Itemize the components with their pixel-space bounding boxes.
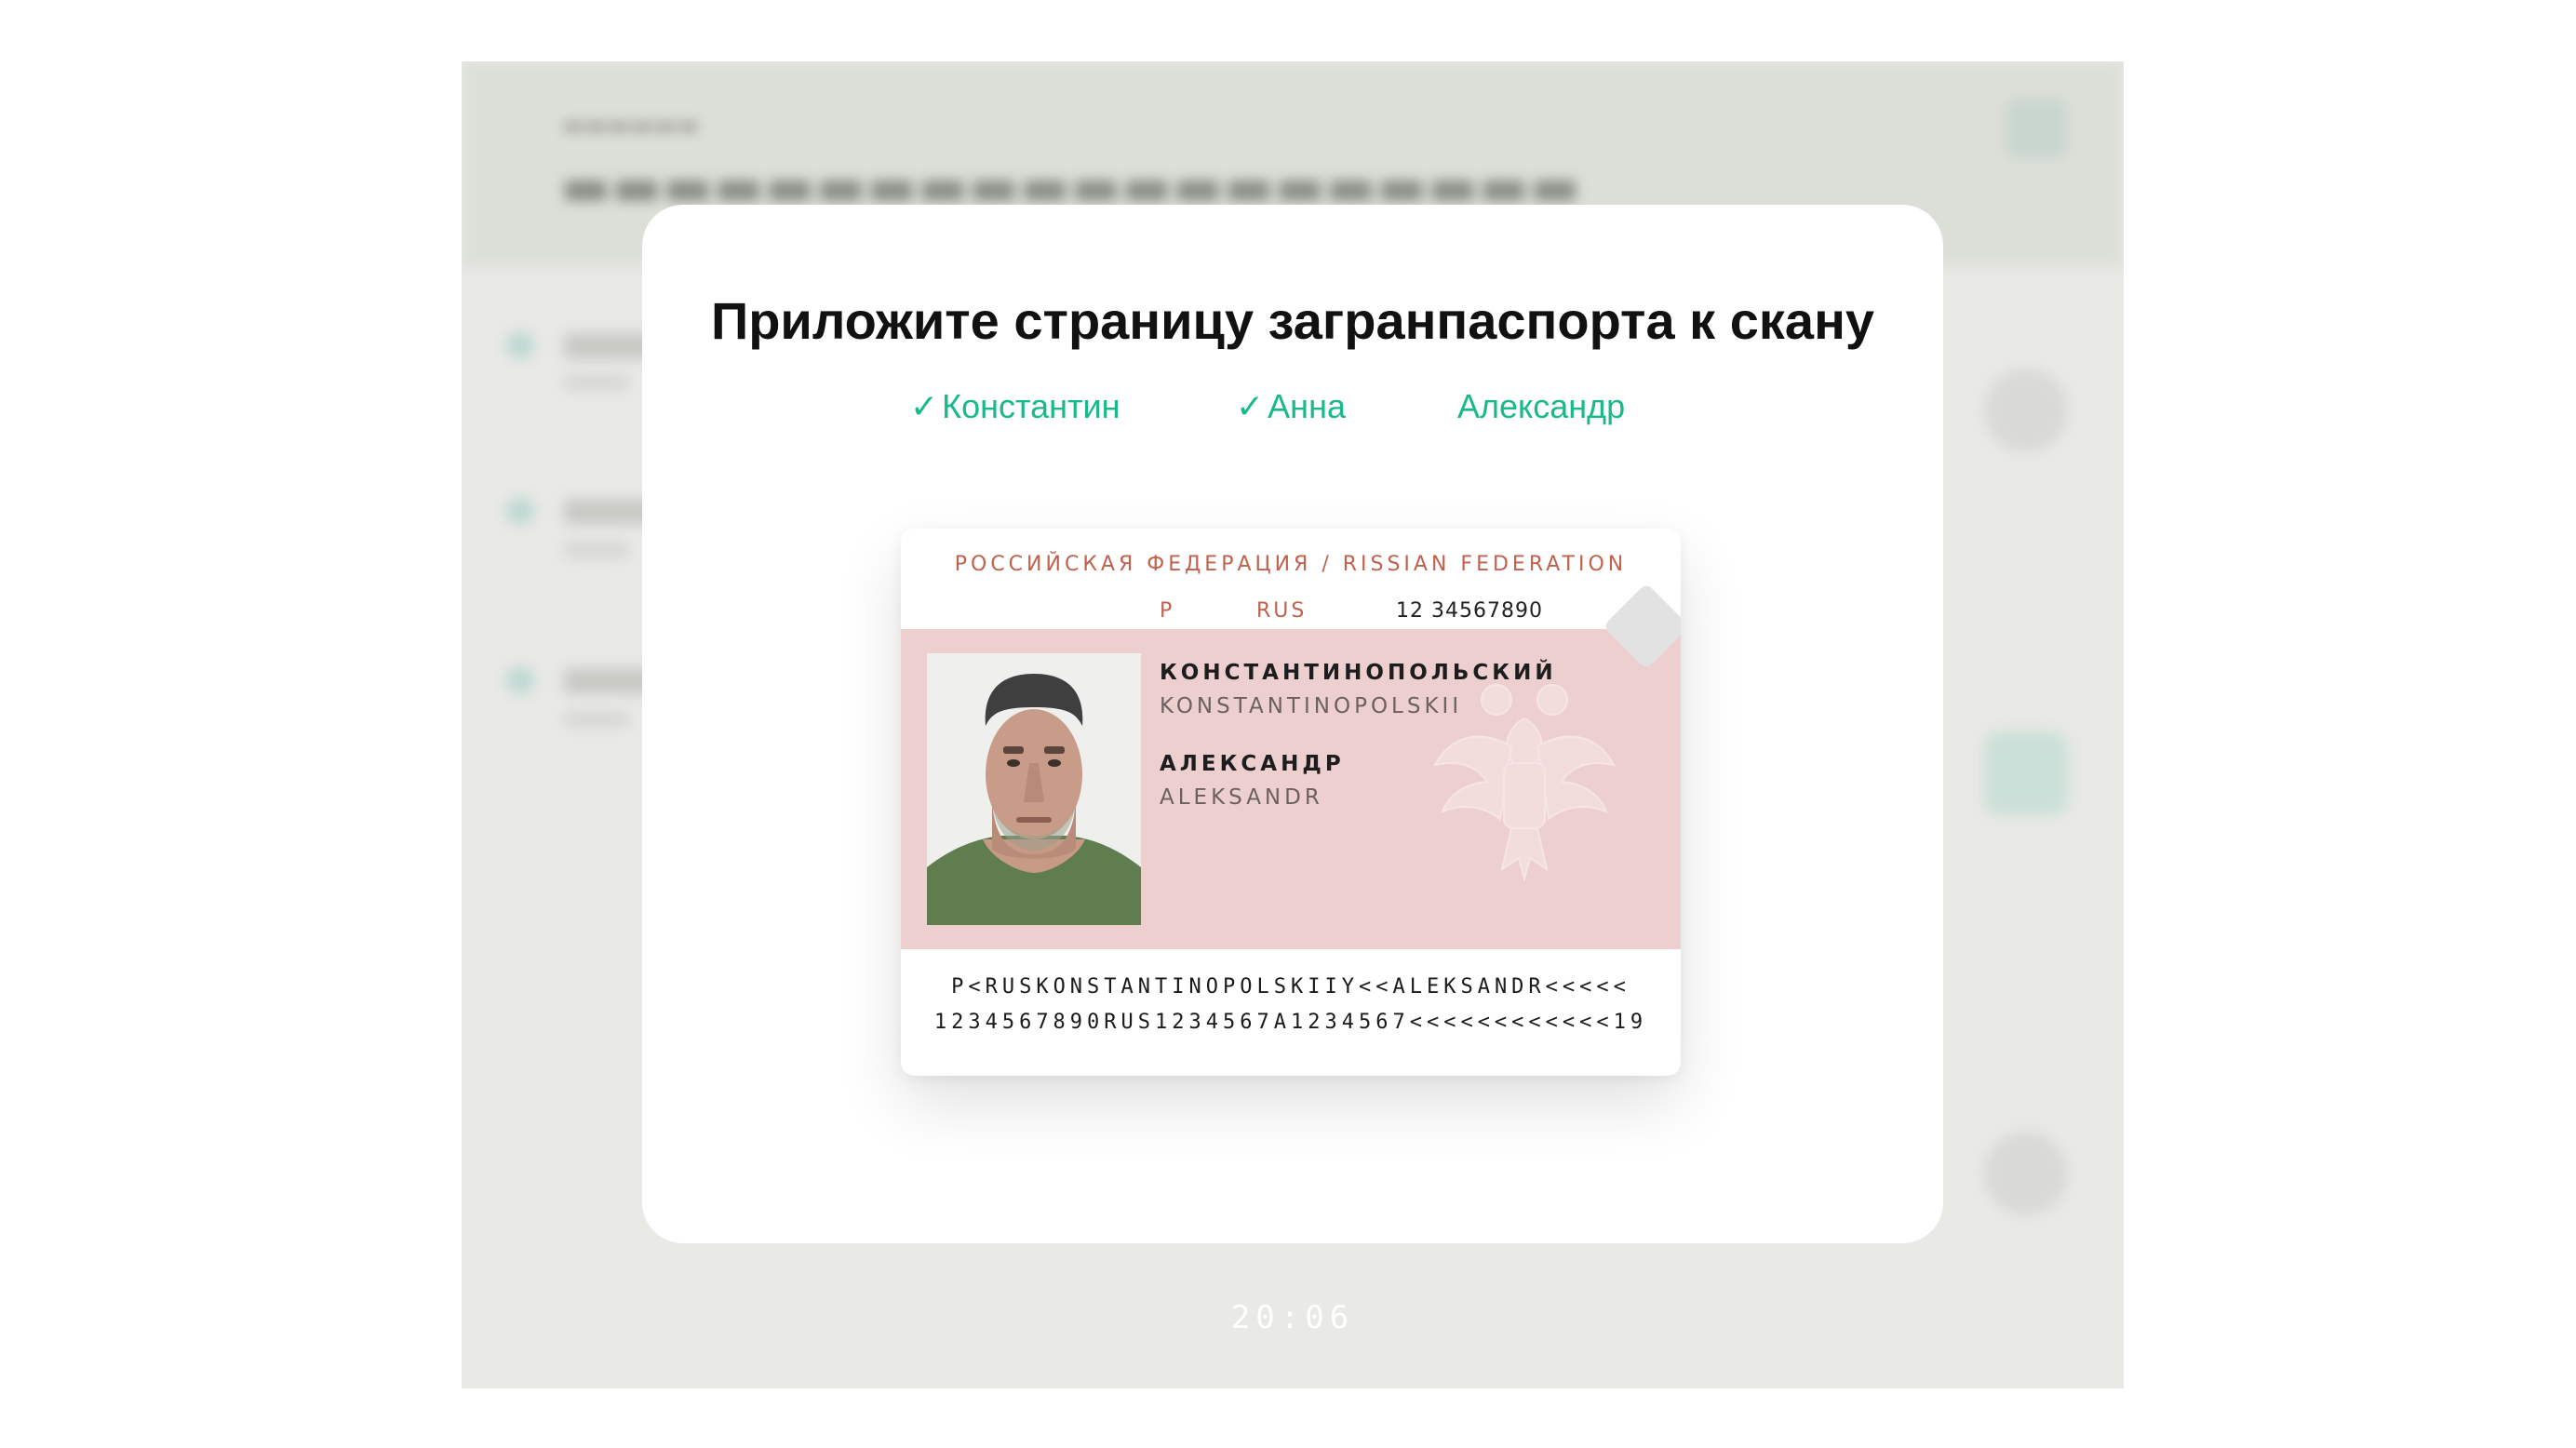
background-row-marker [506, 666, 534, 694]
passport-surname: КОНСТАНТИНОПОЛЬСКИЙ [1160, 661, 1557, 685]
passport-mrz-line-1: P<RUSKONSTANTINOPOLSKIIY<<ALEKSANDR<<<<< [951, 975, 1630, 999]
passport-type: P [1160, 599, 1175, 623]
passport-given-name-latin: ALEKSANDR [1160, 785, 1323, 810]
passport-country: РОССИЙСКАЯ ФЕДЕРАЦИЯ / RISSIAN FEDERATIO… [954, 553, 1628, 576]
background-row-subtext [564, 374, 629, 391]
portrait-image [927, 653, 1141, 925]
traveler-tabs: ✓ Константин ✓ Анна Александр [642, 387, 1943, 434]
passport-mrz-line-2: 1234567890RUS1234567A1234567<<<<<<<<<<<<… [933, 1011, 1648, 1034]
background-row-subtext [564, 542, 629, 558]
passport-given-name: АЛЕКСАНДР [1160, 752, 1345, 776]
passport-data-band: КОНСТАНТИНОПОЛЬСКИЙ KONSTANTINOPOLSKII А… [901, 629, 1681, 949]
background-subtitle-placeholder: ▬▬▬▬▬▬ [562, 112, 700, 140]
background-header-button [2006, 99, 2066, 158]
background-row-marker [506, 331, 534, 359]
passport-page-illustration: РОССИЙСКАЯ ФЕДЕРАЦИЯ / RISSIAN FEDERATIO… [901, 529, 1681, 1076]
tab-label: Константин [942, 387, 1120, 425]
background-row-subtext [564, 711, 629, 728]
passport-surname-latin: KONSTANTINOPOLSKII [1160, 694, 1463, 718]
tab-label: Александр [1457, 387, 1626, 425]
passport-number: 12 34567890 [1396, 599, 1543, 623]
tab-konstantin[interactable]: ✓ Константин [910, 387, 1120, 426]
passport-state-code: RUS [1256, 599, 1308, 623]
clock: 20:06 [1230, 1299, 1355, 1336]
scan-passport-modal: Приложите страницу загранпаспорта к скан… [642, 205, 1943, 1243]
check-icon: ✓ [910, 387, 939, 425]
tab-anna[interactable]: ✓ Анна [1236, 387, 1346, 426]
passport-photo [927, 653, 1141, 925]
background-side-control [1984, 369, 2068, 452]
background-side-control [1984, 1132, 2068, 1215]
background-row-marker [506, 497, 534, 525]
modal-title: Приложите страницу загранпаспорта к скан… [710, 291, 1875, 350]
check-icon: ✓ [1236, 387, 1265, 425]
background-side-control [1984, 731, 2068, 815]
tab-label: Анна [1268, 387, 1346, 425]
tab-aleksandr[interactable]: Александр [1457, 387, 1625, 426]
